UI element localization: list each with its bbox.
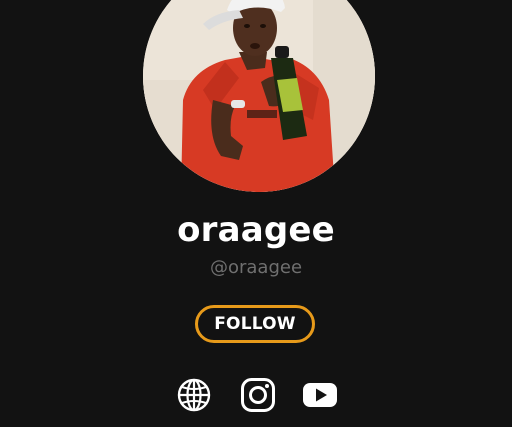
website-link[interactable] (176, 377, 212, 413)
avatar-photo (143, 0, 375, 192)
social-links (0, 377, 512, 413)
follow-button[interactable]: FOLLOW (195, 305, 315, 343)
avatar (143, 0, 375, 192)
youtube-link[interactable] (302, 377, 338, 413)
username-handle: @oraagee (209, 257, 303, 278)
instagram-icon (241, 378, 275, 412)
youtube-icon (303, 383, 337, 407)
instagram-link[interactable] (240, 377, 276, 413)
display-name: oraagee (177, 210, 335, 250)
profile-page: oraagee @oraagee FOLLOW (0, 0, 512, 427)
globe-icon (177, 378, 211, 412)
